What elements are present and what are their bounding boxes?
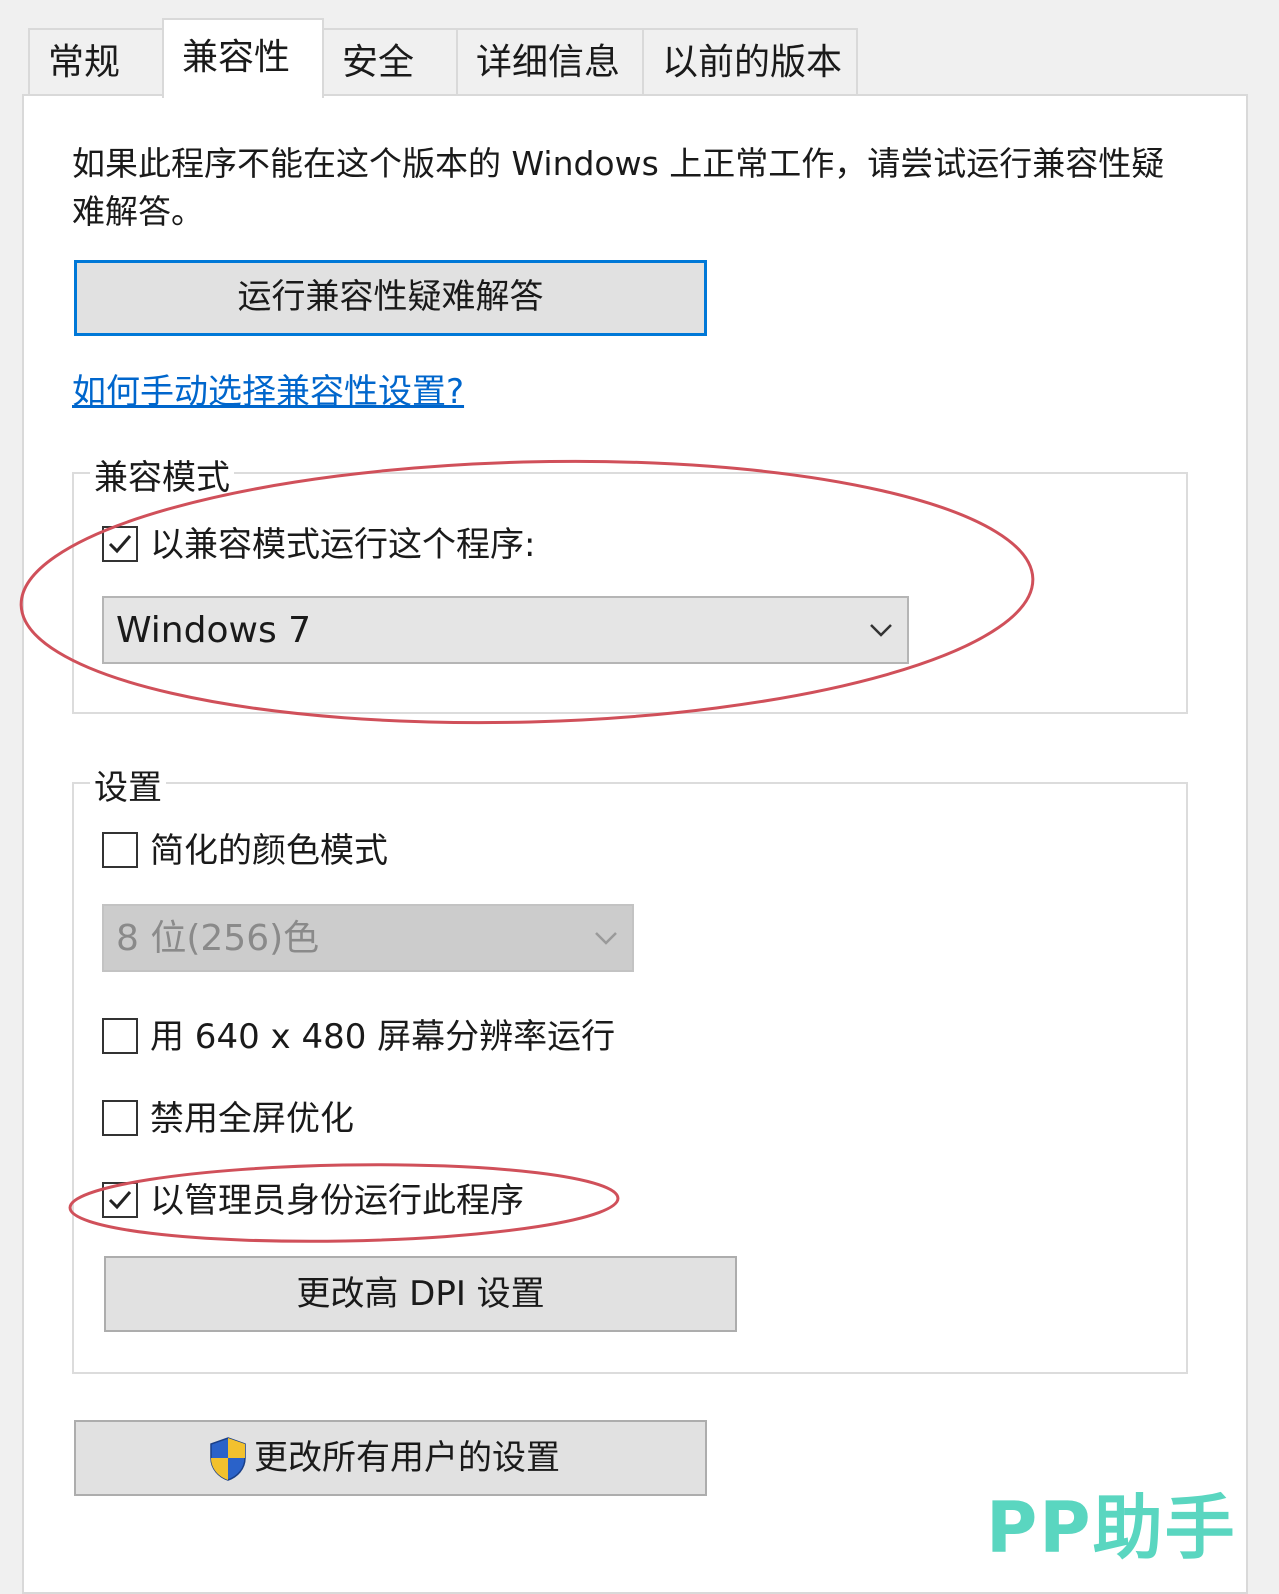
tab-compatibility-label: 兼容性 xyxy=(182,37,291,78)
tab-details-label: 详细信息 xyxy=(476,42,621,83)
uac-shield-icon xyxy=(210,1437,246,1481)
reduced-color-checkbox[interactable] xyxy=(102,832,138,868)
run-troubleshooter-button[interactable]: 运行兼容性疑难解答 xyxy=(74,260,707,336)
disable-fullscreen-label: 禁用全屏优化 xyxy=(150,1099,354,1139)
tab-general-label: 常规 xyxy=(48,42,121,83)
disable-fullscreen-checkbox[interactable] xyxy=(102,1100,138,1136)
settings-legend: 设置 xyxy=(90,760,166,809)
compat-mode-checkbox-row[interactable]: 以兼容模式运行这个程序: xyxy=(102,524,582,568)
manual-settings-help-link[interactable]: 如何手动选择兼容性设置? xyxy=(72,364,464,413)
tab-details[interactable]: 详细信息 xyxy=(456,28,644,94)
tab-general[interactable]: 常规 xyxy=(28,28,164,94)
reduced-color-row[interactable]: 简化的颜色模式 xyxy=(102,830,502,874)
os-version-value: Windows 7 xyxy=(116,610,312,651)
compat-mode-checkbox[interactable] xyxy=(102,526,138,562)
os-version-select[interactable]: Windows 7 xyxy=(102,596,909,664)
chevron-down-icon xyxy=(595,932,617,945)
compat-mode-legend: 兼容模式 xyxy=(90,450,234,499)
tab-compatibility[interactable]: 兼容性 xyxy=(162,18,324,98)
tab-previous-versions-label: 以前的版本 xyxy=(662,42,843,83)
chevron-down-icon xyxy=(870,624,892,637)
res-640-label: 用 640 x 480 屏幕分辨率运行 xyxy=(150,1017,616,1057)
tab-security-label: 安全 xyxy=(342,42,415,83)
change-all-users-label: 更改所有用户的设置 xyxy=(254,1438,560,1478)
change-dpi-button[interactable]: 更改高 DPI 设置 xyxy=(104,1256,737,1332)
intro-text: 如果此程序不能在这个版本的 Windows 上正常工作，请尝试运行兼容性疑难解答… xyxy=(72,144,1165,231)
res-640-row[interactable]: 用 640 x 480 屏幕分辨率运行 xyxy=(102,1016,642,1060)
checkmark-icon xyxy=(108,535,132,554)
checkmark-icon xyxy=(108,1191,132,1210)
run-as-admin-checkbox[interactable] xyxy=(102,1182,138,1218)
compat-mode-checkbox-label: 以兼容模式运行这个程序: xyxy=(150,525,536,565)
color-depth-value: 8 位(256)色 xyxy=(116,918,320,959)
change-dpi-label: 更改高 DPI 设置 xyxy=(296,1274,545,1314)
tab-previous-versions[interactable]: 以前的版本 xyxy=(642,28,858,94)
compat-mode-group xyxy=(72,472,1188,714)
run-as-admin-label: 以管理员身份运行此程序 xyxy=(150,1181,524,1221)
watermark-logo: PP助手 xyxy=(986,1487,1237,1569)
res-640-checkbox[interactable] xyxy=(102,1018,138,1054)
disable-fullscreen-row[interactable]: 禁用全屏优化 xyxy=(102,1098,402,1142)
change-all-users-button[interactable]: 更改所有用户的设置 xyxy=(74,1420,707,1496)
reduced-color-label: 简化的颜色模式 xyxy=(150,831,388,871)
color-depth-select: 8 位(256)色 xyxy=(102,904,634,972)
run-troubleshooter-label: 运行兼容性疑难解答 xyxy=(237,277,544,317)
tab-security[interactable]: 安全 xyxy=(322,28,458,94)
run-as-admin-row[interactable]: 以管理员身份运行此程序 xyxy=(102,1180,562,1224)
